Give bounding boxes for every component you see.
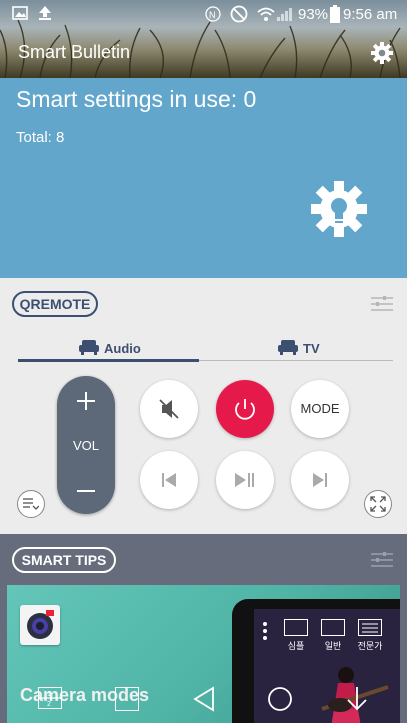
mode-label-auto: 일반 xyxy=(324,641,342,651)
power-button[interactable] xyxy=(216,380,274,438)
sofa-icon xyxy=(79,340,99,355)
tab-audio-label: Audio xyxy=(104,341,141,356)
svg-text:1: 1 xyxy=(47,691,51,698)
volume-label: VOL xyxy=(72,438,99,453)
simple-mode-icon xyxy=(284,619,308,636)
mode-label-manual: 전문가 xyxy=(357,641,383,651)
manual-mode-icon xyxy=(358,619,382,636)
expand-icon xyxy=(370,496,386,512)
battery-icon xyxy=(330,5,340,23)
qremote-badge: QREMOTE xyxy=(12,291,98,317)
power-icon xyxy=(235,399,255,420)
tab-tv-label: TV xyxy=(303,341,320,356)
list-sort-icon xyxy=(23,498,39,510)
home-button-icon[interactable] xyxy=(267,686,293,712)
notification-pull-down-icon[interactable] xyxy=(345,685,369,713)
tab-active-indicator xyxy=(18,359,199,362)
app-title: Smart Bulletin xyxy=(18,42,131,62)
remote-list-button[interactable] xyxy=(17,490,45,518)
smart-tips-settings-lines-icon[interactable] xyxy=(371,552,393,568)
smart-settings-count: Smart settings in use: 0 xyxy=(16,86,257,112)
volume-up-button[interactable] xyxy=(57,376,115,421)
signal-icon xyxy=(277,8,292,21)
dual-window-button[interactable]: 1 2 xyxy=(38,687,62,709)
next-track-icon xyxy=(313,473,327,487)
svg-text:2: 2 xyxy=(47,701,51,708)
mode-button[interactable]: MODE xyxy=(291,380,349,438)
volume-rocker: VOL xyxy=(57,376,115,514)
camera-lens-icon xyxy=(27,610,54,639)
expand-remote-button[interactable] xyxy=(364,490,392,518)
mode-label-simple: 심플 xyxy=(287,641,305,651)
smart-settings-bulb-gear-icon xyxy=(311,181,367,237)
battery-percent: 93% xyxy=(298,6,329,23)
do-not-disturb-icon xyxy=(230,5,248,23)
settings-gear-icon[interactable] xyxy=(370,41,394,65)
play-pause-button[interactable] xyxy=(216,451,274,509)
upload-icon xyxy=(39,6,51,20)
mode-label: MODE xyxy=(300,401,340,416)
mute-button[interactable] xyxy=(140,380,198,438)
tab-tv[interactable]: TV xyxy=(199,336,393,362)
previous-track-icon xyxy=(162,473,176,487)
status-bar: N 93% 9:56 am xyxy=(0,0,407,28)
back-button-icon[interactable] xyxy=(192,686,216,712)
smart-settings-total: Total: 8 xyxy=(16,129,65,146)
svg-text:N: N xyxy=(209,10,216,20)
volume-down-button[interactable] xyxy=(57,471,115,514)
qremote-settings-lines-icon[interactable] xyxy=(371,296,393,312)
gallery-icon xyxy=(12,6,28,20)
minus-icon xyxy=(77,490,95,492)
plus-icon xyxy=(77,392,95,410)
camera-app-icon xyxy=(20,605,60,645)
more-options-icon xyxy=(263,622,267,640)
recent-apps-button[interactable] xyxy=(115,687,139,711)
mute-icon xyxy=(159,399,179,419)
clock: 9:56 am xyxy=(343,6,398,23)
nfc-icon: N xyxy=(205,6,221,22)
smart-tips-badge: SMART TIPS xyxy=(12,547,116,573)
next-track-button[interactable] xyxy=(291,451,349,509)
wifi-icon xyxy=(257,7,275,21)
play-pause-icon xyxy=(235,473,254,487)
auto-mode-icon xyxy=(321,619,345,636)
dual-window-icon: 1 2 xyxy=(39,691,61,708)
previous-track-button[interactable] xyxy=(140,451,198,509)
sofa-icon xyxy=(278,340,298,355)
navigation-bar: 1 2 xyxy=(0,675,407,723)
